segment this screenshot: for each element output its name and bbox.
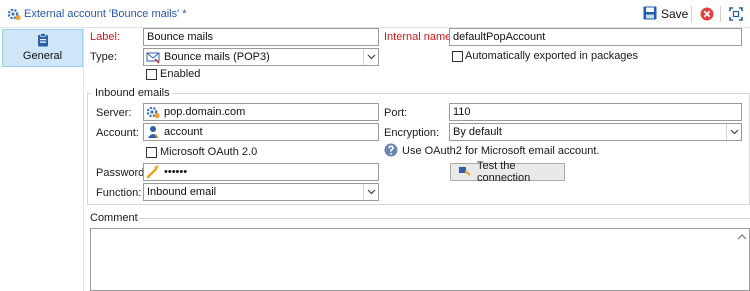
server-value: pop.domain.com	[164, 106, 246, 118]
comment-separator	[137, 218, 750, 219]
expand-icon	[729, 7, 743, 21]
oauth-checkbox[interactable]	[146, 147, 157, 158]
save-icon	[643, 6, 657, 23]
account-field[interactable]: account	[143, 123, 379, 141]
auto-export-label: Automatically exported in packages	[465, 50, 639, 62]
sidebar	[0, 28, 84, 291]
title-bar: External account 'Bounce mails' *	[0, 0, 750, 28]
oauth-label: Microsoft OAuth 2.0	[160, 146, 258, 158]
clipboard-icon	[36, 33, 50, 47]
function-select[interactable]: Inbound email	[143, 183, 379, 201]
chevron-down-icon[interactable]	[363, 49, 378, 65]
expand-button[interactable]	[729, 7, 743, 21]
sidebar-item-label: General	[22, 50, 63, 62]
password-caption: Password:	[96, 167, 148, 179]
server-caption: Server:	[96, 107, 132, 119]
scroll-up-icon[interactable]	[737, 232, 747, 240]
server-gear-icon	[146, 105, 160, 119]
toolbar-separator	[720, 6, 721, 22]
oauth-hint: Use OAuth2 for Microsoft email account.	[402, 145, 600, 157]
test-connection-label: Test the connection	[477, 160, 531, 184]
account-caption: Account:	[96, 127, 139, 139]
user-icon	[146, 125, 160, 139]
chevron-down-icon[interactable]	[726, 124, 741, 140]
comment-textarea[interactable]	[90, 228, 750, 291]
toolbar-separator	[691, 6, 692, 22]
type-select[interactable]: Bounce mails (POP3)	[143, 48, 379, 66]
label-caption: Label:	[90, 31, 120, 43]
bounce-mail-icon	[146, 50, 160, 64]
chevron-down-icon[interactable]	[363, 184, 378, 200]
internal-name-field[interactable]: defaultPopAccount	[449, 28, 742, 46]
type-caption: Type:	[90, 51, 117, 63]
auto-export-checkbox[interactable]	[452, 51, 463, 62]
label-field[interactable]: Bounce mails	[143, 28, 379, 46]
server-field[interactable]: pop.domain.com	[143, 103, 379, 121]
window-title: External account 'Bounce mails' *	[24, 8, 187, 20]
save-button[interactable]: Save	[643, 5, 688, 23]
test-connection-icon	[458, 165, 472, 180]
port-field[interactable]: 110	[449, 103, 742, 121]
close-button[interactable]	[700, 7, 714, 21]
encryption-caption: Encryption:	[384, 127, 440, 139]
close-icon	[700, 7, 714, 21]
sidebar-item-general[interactable]: General	[2, 29, 83, 67]
help-icon	[384, 143, 398, 157]
type-value: Bounce mails (POP3)	[164, 51, 270, 63]
function-caption: Function:	[96, 187, 142, 199]
account-value: account	[164, 126, 203, 138]
port-caption: Port:	[384, 107, 408, 119]
internal-name-caption: Internal name:	[384, 31, 455, 43]
enabled-checkbox[interactable]	[146, 69, 157, 80]
function-value: Inbound email	[147, 186, 217, 198]
comment-title: Comment	[90, 212, 138, 224]
test-connection-button[interactable]: Test the connection	[450, 160, 565, 184]
encryption-select[interactable]: By default	[449, 123, 742, 141]
password-value: ••••••	[164, 166, 188, 178]
enabled-label: Enabled	[160, 68, 201, 80]
password-field[interactable]: ••••••	[143, 163, 379, 181]
save-label: Save	[661, 7, 689, 21]
external-account-icon	[7, 7, 21, 21]
encryption-value: By default	[453, 126, 502, 138]
key-icon	[146, 165, 160, 179]
